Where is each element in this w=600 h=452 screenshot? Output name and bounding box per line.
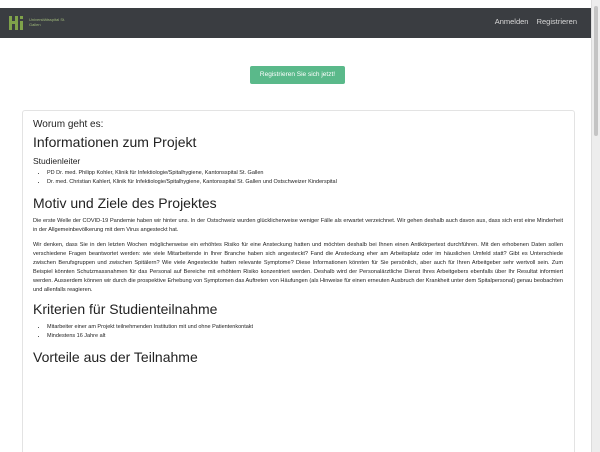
logo-icon (9, 16, 25, 30)
nav-login-link[interactable]: Anmelden (495, 17, 529, 26)
kriterien-heading: Kriterien für Studienteilnahme (33, 301, 218, 317)
vorteile-heading: Vorteile aus der Teilnahme (33, 349, 198, 365)
kriterien-list: Mitarbeiter einer am Projekt teilnehmend… (47, 323, 563, 341)
motiv-heading: Motiv und Ziele des Projektes (33, 195, 217, 211)
worum-label: Worum geht es: (33, 119, 104, 130)
list-item: Mitarbeiter einer am Projekt teilnehmend… (47, 323, 563, 332)
list-item: Mindestens 16 Jahre alt (47, 332, 563, 341)
register-cta-button[interactable]: Registrieren Sie sich jetzt! (250, 66, 345, 84)
info-card: Worum geht es: Informationen zum Projekt… (22, 110, 575, 452)
logo[interactable]: Universitätsspital St. Gallen (9, 15, 65, 31)
paragraph: Die erste Welle der COVID-19 Pandemie ha… (33, 218, 563, 233)
nav-links: Anmelden Registrieren (489, 17, 577, 26)
page: Universitätsspital St. Gallen Anmelden R… (0, 0, 591, 452)
logo-text: Universitätsspital St. Gallen (29, 17, 66, 27)
paragraph: Wir denken, dass Sie in den letzten Woch… (33, 242, 563, 293)
scrollbar-thumb[interactable] (594, 6, 598, 136)
list-item: Dr. med. Christian Kahlert, Klinik für I… (47, 178, 563, 187)
studienleiter-list: PD Dr. med. Philipp Kohler, Klinik für I… (47, 169, 563, 187)
info-heading: Informationen zum Projekt (33, 134, 197, 150)
navbar: Universitätsspital St. Gallen Anmelden R… (0, 8, 591, 38)
studienleiter-label: Studienleiter (33, 156, 81, 166)
list-item: PD Dr. med. Philipp Kohler, Klinik für I… (47, 169, 563, 178)
nav-register-link[interactable]: Registrieren (537, 17, 577, 26)
scrollbar[interactable] (591, 0, 600, 452)
